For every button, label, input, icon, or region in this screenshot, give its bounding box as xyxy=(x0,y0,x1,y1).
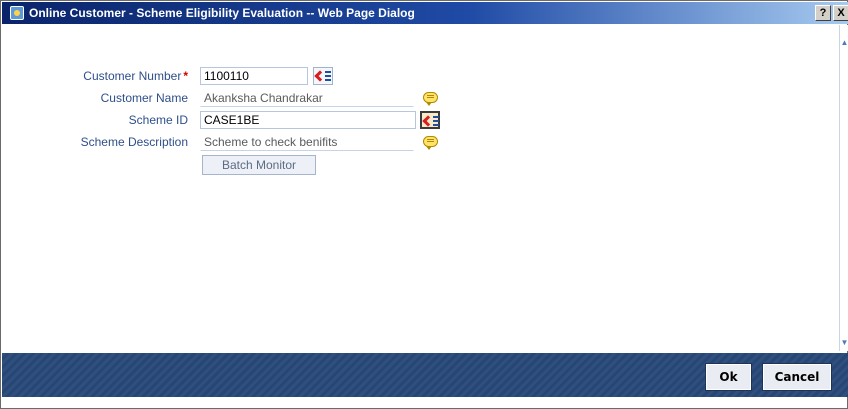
required-marker: * xyxy=(183,69,188,83)
lov-arrow-icon xyxy=(314,70,326,82)
lov-arrow-icon xyxy=(422,115,434,127)
window-title: Online Customer - Scheme Eligibility Eva… xyxy=(29,6,415,20)
scheme-description-button[interactable] xyxy=(420,133,440,151)
cancel-button[interactable]: Cancel xyxy=(762,363,832,391)
list-of-values-icon xyxy=(433,116,439,127)
dialog-footer: Ok Cancel xyxy=(2,353,848,397)
customer-number-lov-button[interactable] xyxy=(313,67,333,85)
speech-bubble-tail xyxy=(426,146,432,150)
scroll-up-arrow-icon[interactable]: ▲ xyxy=(840,37,848,49)
ie-window-icon xyxy=(10,6,24,20)
scheme-description-label: Scheme Description xyxy=(80,135,188,149)
scheme-id-label: Scheme ID xyxy=(128,113,188,127)
scheme-id-lov-button[interactable] xyxy=(420,111,440,129)
vertical-scrollbar[interactable]: ▲ ▼ xyxy=(839,25,848,351)
customer-name-description-button[interactable] xyxy=(420,89,440,107)
scheme-id-field[interactable]: CASE1BE xyxy=(200,111,416,129)
customer-number-field[interactable]: 1100110 xyxy=(200,67,308,85)
title-bar: Online Customer - Scheme Eligibility Eva… xyxy=(2,2,848,24)
speech-bubble-tail xyxy=(426,102,432,106)
list-of-values-icon xyxy=(325,71,331,82)
customer-number-label-text: Customer Number xyxy=(83,69,182,83)
dialog-window: Online Customer - Scheme Eligibility Eva… xyxy=(0,0,848,409)
scheme-description-field: Scheme to check benifits xyxy=(200,133,414,151)
customer-name-label: Customer Name xyxy=(100,91,188,105)
scroll-down-arrow-icon[interactable]: ▼ xyxy=(840,337,848,349)
help-button[interactable]: ? xyxy=(815,5,831,21)
ok-button[interactable]: Ok xyxy=(705,363,752,391)
customer-name-field: Akanksha Chandrakar xyxy=(200,89,414,107)
batch-monitor-button[interactable]: Batch Monitor xyxy=(202,155,316,175)
customer-number-label: Customer Number * xyxy=(18,67,188,85)
close-button[interactable]: X xyxy=(833,5,848,21)
